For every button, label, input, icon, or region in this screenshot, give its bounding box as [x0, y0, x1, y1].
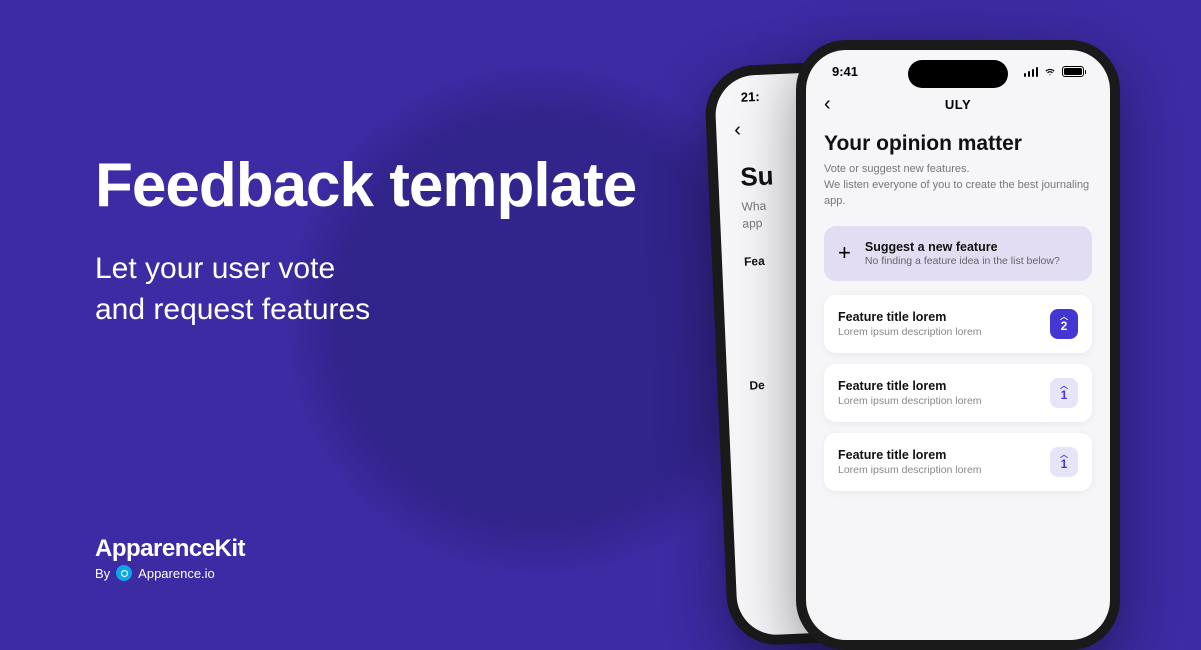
- brand-subtitle: By Apparence.io: [95, 565, 245, 581]
- phone-mockups: 21: ‹ Su Wha app Fea De 9:41: [716, 40, 1146, 640]
- brand-title: ApparenceKit: [95, 535, 245, 563]
- feature-card[interactable]: Feature title lorem Lorem ipsum descripti…: [824, 295, 1092, 353]
- feature-list: Feature title lorem Lorem ipsum descripti…: [824, 295, 1092, 491]
- vote-count: 2: [1061, 319, 1068, 333]
- plus-icon: +: [838, 240, 851, 266]
- upvote-button[interactable]: ︿1: [1050, 378, 1078, 408]
- phone-front-screen: 9:41 ‹ ULY Your opinion matter Vote or s…: [806, 50, 1110, 640]
- feature-title: Feature title lorem: [838, 448, 982, 462]
- feature-description: Lorem ipsum description lorem: [838, 395, 982, 407]
- headline: Feedback template: [95, 150, 636, 221]
- page-title: Your opinion matter: [824, 132, 1092, 156]
- wifi-icon: [1043, 67, 1057, 77]
- upvote-button[interactable]: ︿1: [1050, 447, 1078, 477]
- hero-text: Feedback template Let your user vote and…: [95, 150, 636, 330]
- status-time: 21:: [741, 89, 760, 105]
- signal-icon: [1024, 67, 1039, 77]
- subheadline: Let your user vote and request features: [95, 249, 636, 330]
- page-subtitle: Vote or suggest new features. We listen …: [824, 162, 1092, 210]
- back-icon[interactable]: ‹: [734, 119, 742, 142]
- feature-card[interactable]: Feature title lorem Lorem ipsum descripti…: [824, 433, 1092, 491]
- nav-title: ULY: [806, 97, 1110, 112]
- feature-description: Lorem ipsum description lorem: [838, 326, 982, 338]
- upvote-button[interactable]: ︿2: [1050, 309, 1078, 339]
- brand-block: ApparenceKit By Apparence.io: [95, 535, 245, 581]
- vote-count: 1: [1061, 457, 1068, 471]
- status-time: 9:41: [832, 64, 858, 79]
- suggest-feature-card[interactable]: + Suggest a new feature No finding a fea…: [824, 226, 1092, 281]
- back-icon[interactable]: ‹: [824, 93, 831, 116]
- suggest-title: Suggest a new feature: [865, 240, 1060, 254]
- vote-count: 1: [1061, 388, 1068, 402]
- feature-title: Feature title lorem: [838, 379, 982, 393]
- nav-bar: ‹ ULY: [806, 83, 1110, 122]
- status-icons: [1024, 66, 1085, 77]
- brand-logo-icon: [116, 565, 132, 581]
- battery-icon: [1062, 66, 1084, 77]
- feature-card[interactable]: Feature title lorem Lorem ipsum descripti…: [824, 364, 1092, 422]
- feature-title: Feature title lorem: [838, 310, 982, 324]
- feature-description: Lorem ipsum description lorem: [838, 464, 982, 476]
- suggest-sub: No finding a feature idea in the list be…: [865, 255, 1060, 267]
- phone-front: 9:41 ‹ ULY Your opinion matter Vote or s…: [796, 40, 1120, 650]
- front-content: Your opinion matter Vote or suggest new …: [806, 122, 1110, 512]
